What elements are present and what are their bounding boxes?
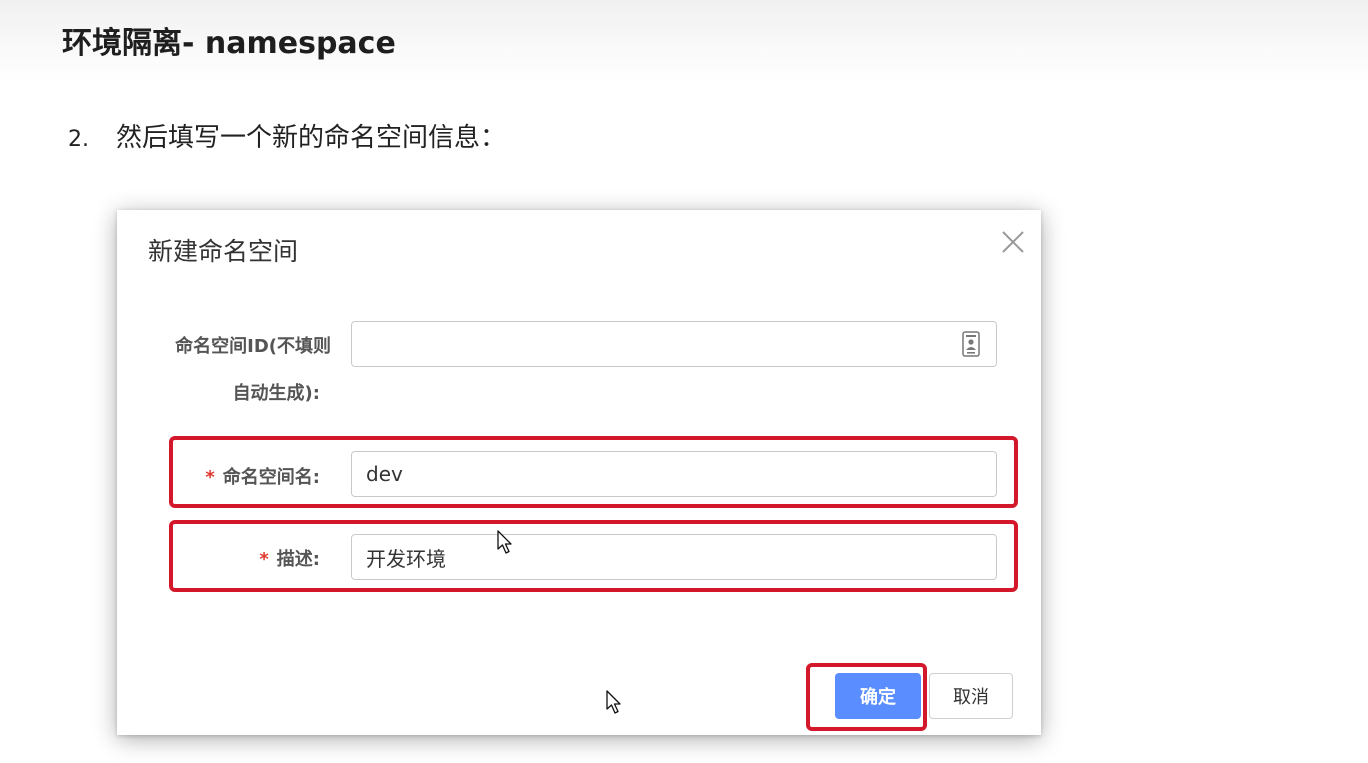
dialog-title: 新建命名空间: [148, 237, 299, 266]
step-instruction: 2. 然后填写一个新的命名空间信息：: [68, 117, 506, 154]
contact-card-icon: [961, 331, 981, 357]
namespace-name-label-text: 命名空间名:: [222, 467, 320, 488]
confirm-button[interactable]: 确定: [835, 673, 921, 719]
namespace-id-label-cont: 自动生成):: [232, 383, 320, 404]
mouse-cursor-icon: [497, 530, 515, 556]
description-label-text: 描述:: [276, 549, 320, 570]
required-mark: *: [205, 467, 215, 488]
slide-title: 环境隔离- namespace: [62, 26, 396, 61]
description-input[interactable]: [351, 534, 997, 580]
namespace-id-input[interactable]: [351, 321, 997, 367]
namespace-name-label: * 命名空间名:: [205, 463, 320, 489]
description-label: * 描述:: [259, 545, 320, 571]
new-namespace-dialog: 新建命名空间 命名空间ID(不填则 自动生成): * 命名空间名: *: [117, 210, 1041, 735]
namespace-name-input[interactable]: [351, 451, 997, 497]
close-icon[interactable]: [997, 226, 1029, 258]
required-mark: *: [259, 549, 269, 570]
slide: 环境隔离- namespace 2. 然后填写一个新的命名空间信息： 新建命名空间…: [0, 0, 1368, 763]
step-number: 2.: [68, 127, 89, 152]
mouse-cursor-icon: [606, 690, 624, 716]
namespace-id-label: 命名空间ID(不填则: [175, 336, 331, 357]
step-text: 然后填写一个新的命名空间信息：: [116, 123, 507, 153]
cancel-button[interactable]: 取消: [929, 673, 1013, 719]
